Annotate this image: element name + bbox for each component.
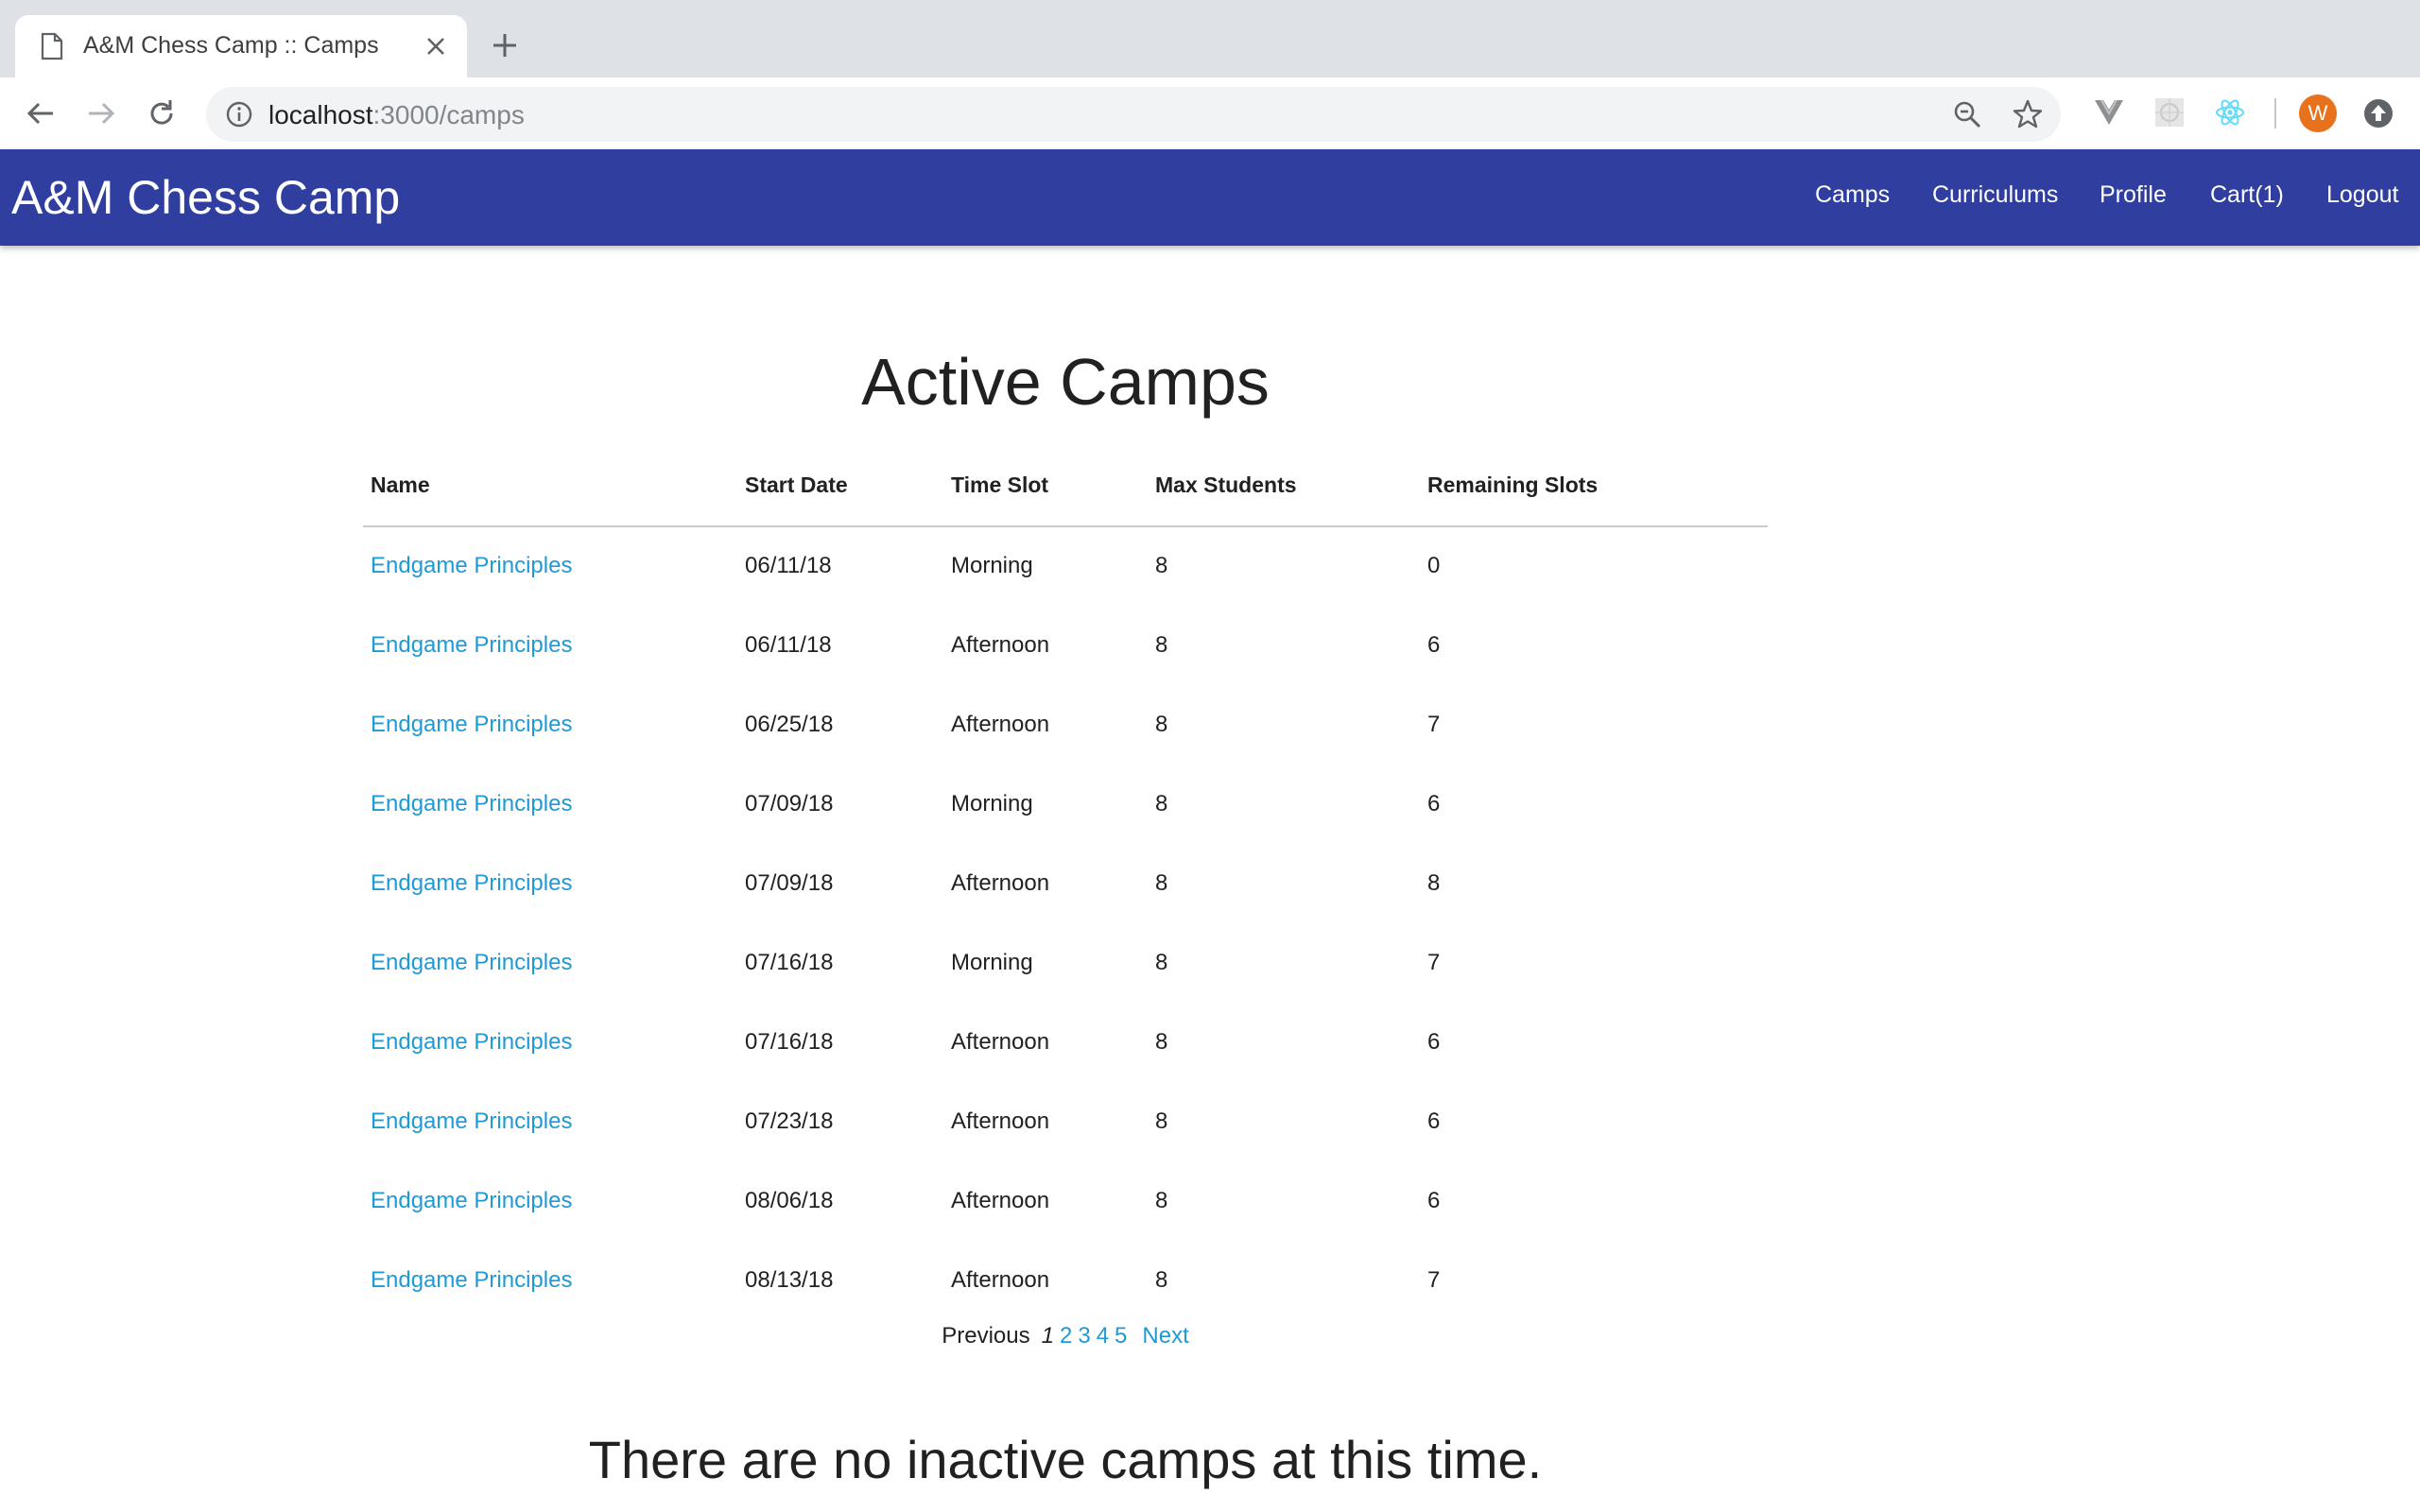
url-text[interactable]: localhost:3000/camps [268,100,525,130]
camp-name-link[interactable]: Endgame Principles [371,553,572,579]
time-slot-cell: Afternoon [951,1029,1050,1055]
start-date-cell: 07/09/18 [745,791,834,816]
camp-name-link[interactable]: Endgame Principles [371,712,572,738]
upload-update-icon[interactable] [2361,96,2395,130]
time-slot-cell: Morning [951,950,1033,975]
start-date-cell: 07/16/18 [745,1029,834,1055]
column-header-start-date: Start Date [745,472,848,497]
max-students-cell: 8 [1155,712,1168,737]
pagination-page-3[interactable]: 3 [1078,1323,1090,1349]
time-slot-cell: Afternoon [951,712,1050,737]
start-date-cell: 08/06/18 [745,1188,834,1213]
remaining-slots-cell: 7 [1427,712,1441,737]
profile-avatar[interactable]: W [2299,94,2337,132]
extension-grid-icon[interactable] [2153,96,2186,129]
remaining-slots-cell: 6 [1427,1108,1441,1134]
remaining-slots-cell: 0 [1427,553,1441,578]
reload-icon[interactable] [146,97,178,129]
time-slot-cell: Afternoon [951,632,1050,658]
pagination-page-5[interactable]: 5 [1115,1323,1127,1349]
forward-icon[interactable] [85,97,117,129]
column-header-remaining-slots: Remaining Slots [1427,472,1599,497]
bookmark-star-icon[interactable] [2012,98,2044,130]
time-slot-cell: Afternoon [951,1108,1050,1134]
max-students-cell: 8 [1155,1188,1168,1213]
camp-name-link[interactable]: Endgame Principles [371,870,572,897]
pagination-page-4[interactable]: 4 [1097,1323,1109,1349]
column-header-time-slot: Time Slot [951,472,1049,497]
tab-title: A&M Chess Camp :: Camps [83,32,379,59]
toolbar-divider [2274,98,2276,129]
max-students-cell: 8 [1155,1108,1168,1134]
info-icon[interactable] [225,100,253,129]
start-date-cell: 07/16/18 [745,950,834,975]
inactive-camps-message: There are no inactive camps at this time… [588,1430,1543,1489]
start-date-cell: 07/23/18 [745,1108,834,1134]
nav-cart[interactable]: Cart(1) [2210,181,2284,209]
time-slot-cell: Afternoon [951,1188,1050,1213]
remaining-slots-cell: 6 [1427,1029,1441,1055]
browser-toolbar: localhost:3000/camps [0,77,2420,150]
remaining-slots-cell: 7 [1427,950,1441,975]
camp-name-link[interactable]: Endgame Principles [371,1267,572,1294]
camp-name-link[interactable]: Endgame Principles [371,791,572,817]
remaining-slots-cell: 6 [1427,791,1441,816]
camp-name-link[interactable]: Endgame Principles [371,950,572,976]
close-tab-icon[interactable] [425,36,446,57]
app-navbar: A&M Chess Camp Camps Curriculums Profile… [0,149,2420,246]
start-date-cell: 07/09/18 [745,870,834,896]
new-tab-icon[interactable] [492,32,518,59]
start-date-cell: 06/11/18 [745,553,832,578]
start-date-cell: 06/11/18 [745,632,832,658]
max-students-cell: 8 [1155,1029,1168,1055]
vue-devtools-icon[interactable] [2093,96,2125,129]
page-title: Active Camps [861,345,1270,419]
max-students-cell: 8 [1155,632,1168,658]
nav-logout[interactable]: Logout [2326,181,2398,209]
start-date-cell: 08/13/18 [745,1267,834,1293]
time-slot-cell: Morning [951,553,1033,578]
pagination-previous: Previous [942,1323,1030,1349]
nav-camps[interactable]: Camps [1815,181,1890,209]
camp-name-link[interactable]: Endgame Principles [371,1108,572,1135]
max-students-cell: 8 [1155,1267,1168,1293]
camp-name-link[interactable]: Endgame Principles [371,1188,572,1214]
column-header-name: Name [371,472,430,497]
camp-name-link[interactable]: Endgame Principles [371,1029,572,1056]
remaining-slots-cell: 7 [1427,1267,1441,1293]
address-bar[interactable]: localhost:3000/camps [206,87,2061,142]
camp-name-link[interactable]: Endgame Principles [371,632,572,659]
react-devtools-icon[interactable] [2214,96,2246,129]
max-students-cell: 8 [1155,950,1168,975]
nav-profile[interactable]: Profile [2100,181,2167,209]
column-header-max-students: Max Students [1155,472,1297,497]
table-header-divider [363,525,1768,527]
start-date-cell: 06/25/18 [745,712,834,737]
pagination: Previous 1 2 3 4 5 Next [0,1323,2131,1349]
time-slot-cell: Afternoon [951,870,1050,896]
time-slot-cell: Morning [951,791,1033,816]
url-path: :3000/camps [372,100,525,129]
pagination-page-2[interactable]: 2 [1060,1323,1072,1349]
pagination-next[interactable]: Next [1142,1323,1188,1349]
max-students-cell: 8 [1155,870,1168,896]
pagination-current-page: 1 [1041,1323,1054,1349]
max-students-cell: 8 [1155,553,1168,578]
document-icon [41,32,63,60]
remaining-slots-cell: 6 [1427,1188,1441,1213]
browser-tabstrip: A&M Chess Camp :: Camps [0,0,2420,77]
remaining-slots-cell: 6 [1427,632,1441,658]
browser-tab[interactable]: A&M Chess Camp :: Camps [15,15,467,77]
zoom-icon[interactable] [1951,98,1983,130]
nav-curriculums[interactable]: Curriculums [1932,181,2058,209]
url-host: localhost [268,100,373,129]
max-students-cell: 8 [1155,791,1168,816]
time-slot-cell: Afternoon [951,1267,1050,1293]
back-icon[interactable] [25,97,57,129]
remaining-slots-cell: 8 [1427,870,1441,896]
brand-title[interactable]: A&M Chess Camp [11,170,400,225]
